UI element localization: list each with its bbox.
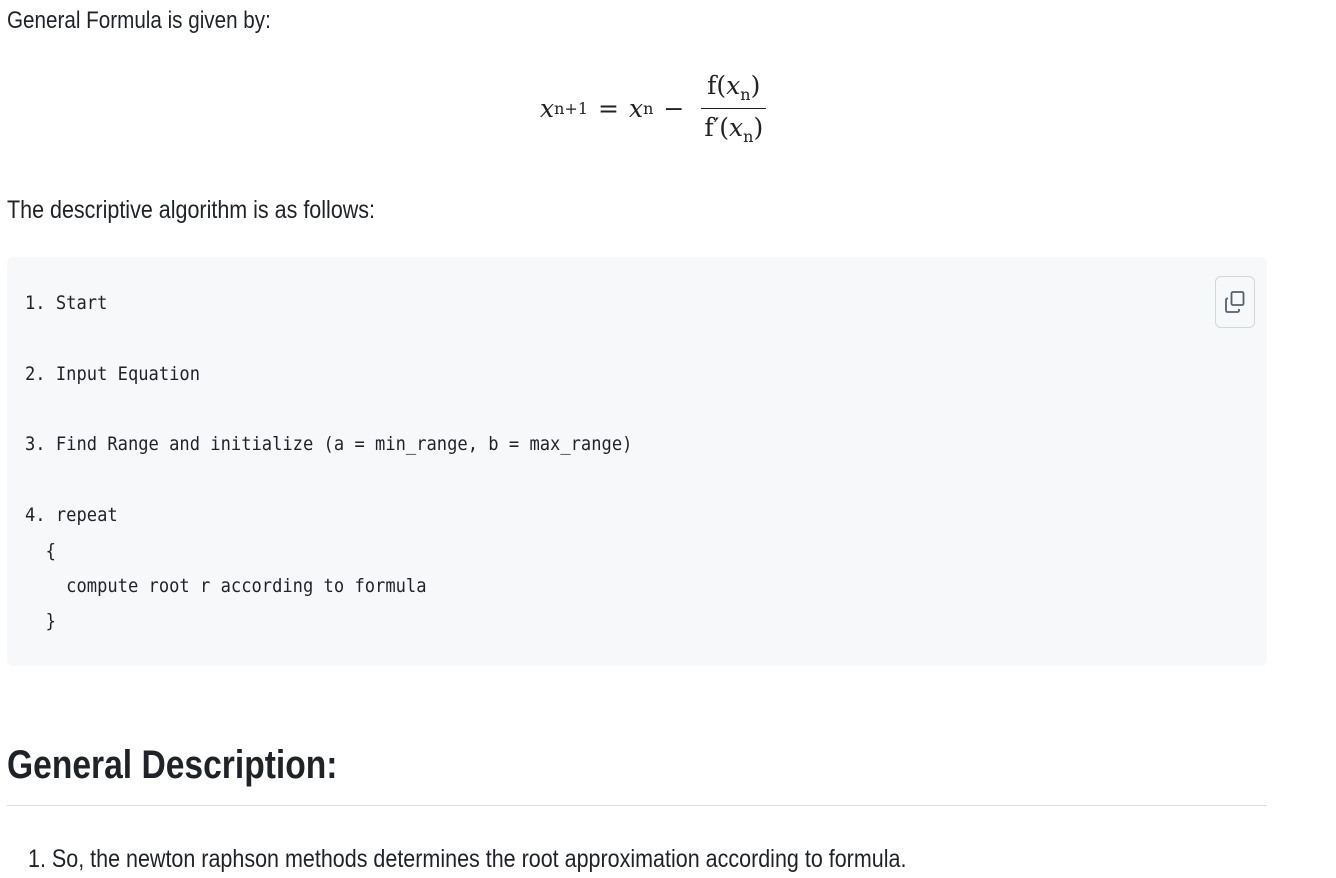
code-line-start: 1. Start bbox=[25, 292, 108, 314]
intro-text: General Formula is given by: bbox=[7, 7, 271, 34]
formula-fraction: f(xn) f′(xn) bbox=[698, 71, 769, 146]
section-heading: General Description: bbox=[7, 743, 338, 787]
formula-lhs-sub: n+1 bbox=[554, 98, 588, 118]
code-line-compute-root: compute root r according to formula bbox=[25, 575, 427, 597]
heading-divider bbox=[7, 805, 1267, 806]
denominator-sub: n bbox=[743, 126, 754, 146]
copy-icon bbox=[1225, 291, 1245, 313]
formula-rhs-var: x bbox=[628, 93, 644, 123]
numerator-var: x bbox=[726, 70, 741, 100]
code-block[interactable]: 1. Start 2. Input Equation 3. Find Range… bbox=[7, 257, 1267, 666]
code-line-repeat: 4. repeat bbox=[25, 504, 118, 526]
formula-numerator: f(xn) bbox=[701, 70, 767, 109]
numerator-sub: n bbox=[740, 84, 751, 104]
copy-button[interactable] bbox=[1215, 276, 1255, 328]
formula-minus: − bbox=[663, 93, 685, 123]
code-line-input-equation: 2. Input Equation bbox=[25, 363, 201, 385]
code-line-close-brace: } bbox=[25, 610, 56, 632]
formula-equals: = bbox=[598, 93, 619, 123]
list-item: 1. So, the newton raphson methods determ… bbox=[28, 845, 907, 873]
denominator-var: x bbox=[729, 112, 744, 142]
formula-denominator: f′(xn) bbox=[698, 109, 769, 146]
numerator-fn: f( bbox=[707, 70, 727, 100]
formula-rhs-sub: n bbox=[643, 98, 654, 118]
description-list: 1. So, the newton raphson methods determ… bbox=[28, 842, 906, 876]
code-line-open-brace: { bbox=[25, 540, 56, 562]
newton-raphson-formula: x n+1 = xn − f(xn) f′(xn) bbox=[540, 66, 769, 150]
denominator-fn: f′( bbox=[704, 112, 730, 142]
algorithm-heading: The descriptive algorithm is as follows: bbox=[7, 196, 376, 224]
denominator-close: ) bbox=[753, 112, 764, 142]
code-line-find-range: 3. Find Range and initialize (a = min_ra… bbox=[25, 433, 633, 455]
formula-lhs-var: x bbox=[540, 93, 555, 123]
numerator-close: ) bbox=[750, 70, 761, 100]
